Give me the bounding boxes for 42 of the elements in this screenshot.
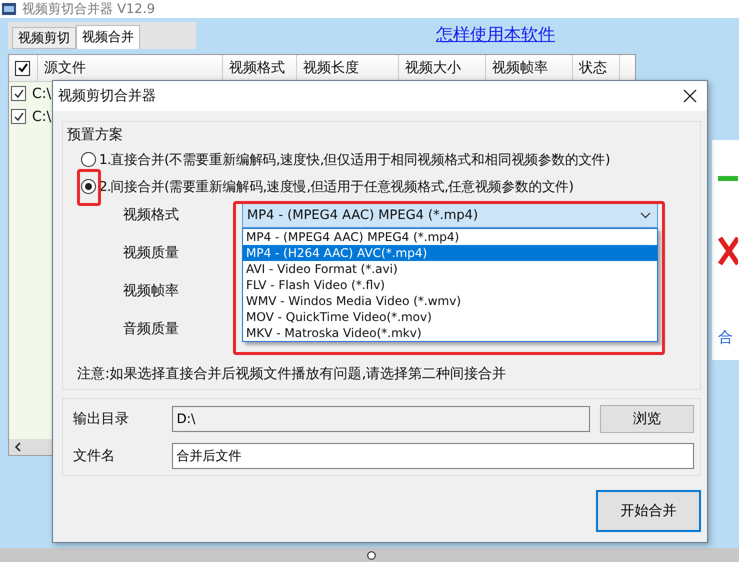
browse-button[interactable]: 浏览 xyxy=(600,405,694,433)
table-cell: C:\ xyxy=(32,86,52,102)
dash-icon xyxy=(718,176,738,181)
field-label: 输出目录 xyxy=(73,410,130,428)
radio-button[interactable] xyxy=(81,179,96,194)
field-label: 文件名 xyxy=(73,447,116,465)
close-icon[interactable] xyxy=(683,89,697,103)
dropdown-option[interactable]: FLV - Flash Video (*.flv) xyxy=(243,277,657,293)
side-label: 合 xyxy=(718,328,733,347)
help-link[interactable]: 怎样使用本软件 xyxy=(436,22,555,46)
table-cell: C:\ xyxy=(32,108,52,124)
cross-icon xyxy=(718,236,738,268)
chevron-down-icon xyxy=(640,212,651,218)
tab[interactable]: 视频剪切 xyxy=(12,26,76,48)
dropdown-option[interactable]: MOV - QuickTime Video(*.mov) xyxy=(243,309,657,325)
checkbox[interactable] xyxy=(11,109,26,124)
app-icon xyxy=(2,3,16,15)
field-label: 音频质量 xyxy=(123,320,180,339)
output-dir-field[interactable]: D:\ xyxy=(172,406,590,432)
field-label: 视频格式 xyxy=(123,206,180,225)
dropdown-option[interactable]: MP4 - (MPEG4 AAC) MPEG4 (*.mp4) xyxy=(243,229,657,245)
dialog-title: 视频剪切合并器 xyxy=(58,87,156,105)
start-merge-button[interactable]: 开始合并 xyxy=(596,490,701,532)
format-select[interactable]: MP4 - (MPEG4 AAC) MPEG4 (*.mp4) xyxy=(242,202,658,228)
circle-icon xyxy=(367,551,376,560)
radio-label[interactable]: 1.直接合并(不需要重新编解码,速度快,但仅适用于相同视频格式和相同视频参数的文件) xyxy=(99,150,610,168)
file-name-field[interactable]: 合并后文件 xyxy=(172,443,694,469)
radio-button[interactable] xyxy=(81,152,96,167)
dropdown-option[interactable]: WMV - Windos Media Video (*.wmv) xyxy=(243,293,657,309)
dropdown-option[interactable]: MP4 - (H264 AAC) AVC(*.mp4) xyxy=(243,245,657,261)
dropdown-option[interactable]: MKV - Matroska Video(*.mkv) xyxy=(243,325,657,341)
checkbox[interactable] xyxy=(11,86,26,101)
note-text: 注意:如果选择直接合并后视频文件播放有问题,请选择第二种间接合并 xyxy=(76,365,508,383)
checkbox[interactable] xyxy=(15,60,30,76)
tab[interactable]: 视频合并 xyxy=(76,24,140,48)
dropdown-option[interactable]: AVI - Video Format (*.avi) xyxy=(243,261,657,277)
group-title: 预置方案 xyxy=(67,126,124,145)
highlight-box xyxy=(77,169,101,206)
scroll-left-icon[interactable] xyxy=(13,442,23,452)
field-label: 视频帧率 xyxy=(123,282,180,301)
window-title: 视频剪切合并器 V12.9 xyxy=(22,1,155,18)
field-label: 视频质量 xyxy=(123,244,180,263)
